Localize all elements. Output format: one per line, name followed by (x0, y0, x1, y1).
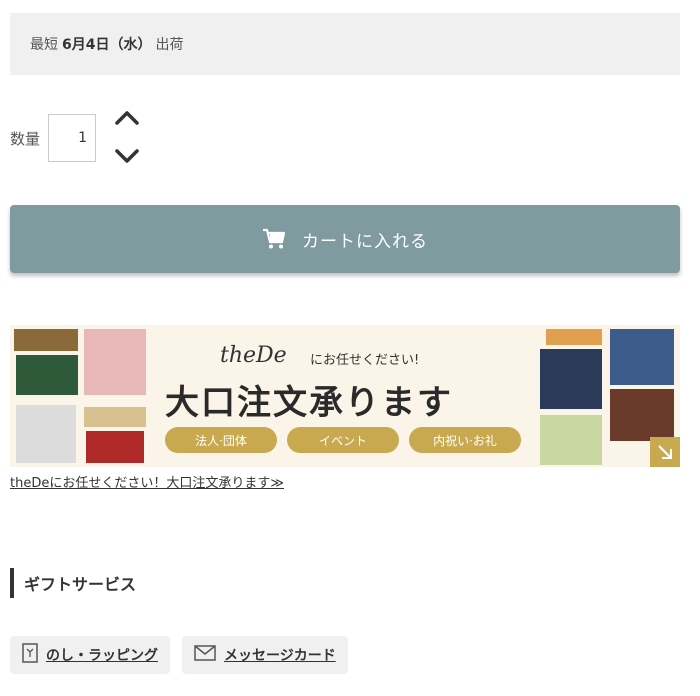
noshi-wrapping-button[interactable]: のし・ラッピング (10, 636, 170, 674)
cart-icon (262, 228, 286, 250)
chevron-up-icon[interactable] (114, 108, 140, 128)
quantity-label: 数量 (10, 129, 41, 148)
banner-product-images-left (10, 325, 150, 467)
message-card-button[interactable]: メッセージカード (182, 636, 348, 674)
banner-pill: 法人·団体 (165, 427, 277, 453)
shipping-info: 最短 6月4日（水） 出荷 (10, 13, 680, 75)
bulk-order-banner[interactable]: theDe にお任せください! 大口注文承ります 法人·団体 イベント 内祝い·… (10, 325, 680, 467)
gift-service-buttons: のし・ラッピング メッセージカード (10, 636, 348, 674)
add-to-cart-label: カートに入れる (302, 231, 428, 252)
noshi-icon (22, 643, 38, 667)
banner-brand-sub: にお任せください! (310, 353, 420, 368)
banner-arrow-icon (650, 437, 680, 467)
banner-headline: 大口注文承ります (165, 383, 453, 423)
banner-pills: 法人·団体 イベント 内祝い·お礼 (165, 427, 521, 453)
gift-service-title: ギフトサービス (10, 568, 136, 598)
noshi-wrapping-label: のし・ラッピング (46, 648, 158, 664)
quantity-row: 数量 (10, 108, 139, 168)
quantity-input[interactable] (48, 114, 97, 162)
banner-brand: theDe (220, 343, 287, 368)
shipping-suffix: 出荷 (155, 37, 184, 53)
chevron-down-icon[interactable] (114, 146, 140, 166)
add-to-cart-button[interactable]: カートに入れる (10, 205, 680, 273)
shipping-date: 6月4日（水） (62, 37, 152, 53)
bulk-order-link[interactable]: theDeにお任せください！大口注文承ります≫ (10, 472, 284, 491)
envelope-icon (194, 645, 216, 665)
banner-pill: 内祝い·お礼 (409, 427, 521, 453)
banner-pill: イベント (287, 427, 399, 453)
shipping-prefix: 最短 (30, 37, 58, 53)
message-card-label: メッセージカード (224, 648, 336, 664)
quantity-stepper (112, 108, 142, 168)
